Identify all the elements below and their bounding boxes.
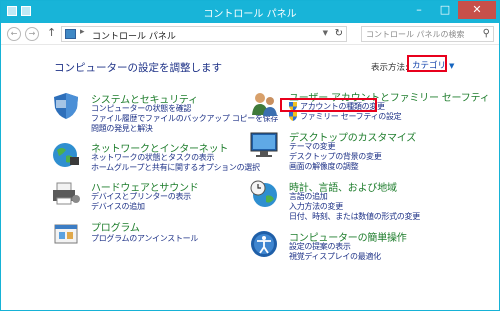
back-arrow-icon[interactable]: ← (7, 27, 21, 41)
view-by-dropdown[interactable]: カテゴリ ▼ (407, 55, 454, 72)
minimize-button[interactable]: – (406, 1, 432, 19)
category-link[interactable]: 画面の解像度の調整 (289, 161, 359, 172)
view-by-label: 表示方法: (371, 63, 408, 73)
category-link[interactable]: 日付、時刻、または数値の形式の変更 (289, 211, 420, 222)
family-safety-link[interactable]: ファミリー セーフティの設定 (289, 111, 402, 122)
programs-icon (54, 224, 78, 244)
category-hardware-sound: ハードウェアとサウンド デバイスとプリンターの表示 デバイスの追加 (51, 179, 251, 215)
category-programs: プログラム プログラムのアンインストール (51, 219, 251, 245)
title-bar: コントロール パネル – □ ✕ (1, 1, 499, 23)
ease-of-access-icon (251, 231, 277, 257)
page-title: コンピューターの設定を調整します (54, 62, 222, 74)
highlight-box (280, 98, 377, 112)
category-link[interactable]: プログラムのアンインストール (91, 233, 198, 244)
clock-globe-icon (250, 180, 277, 207)
category-system-security: システムとセキュリティ コンピューターの状態を確認 ファイル履歴でファイルのバッ… (51, 91, 278, 137)
search-placeholder: コントロール パネルの検索 (366, 30, 465, 39)
maximize-button[interactable]: □ (432, 1, 458, 19)
uac-shield-icon (289, 112, 297, 121)
category-link[interactable]: 問題の発見と解決 (91, 123, 153, 134)
up-arrow-icon[interactable]: ↑ (47, 26, 56, 39)
view-by-value: カテゴリ (412, 61, 447, 71)
category-desktop-customization: デスクトップのカスタマイズ テーマの変更 デスクトップの背景の変更 画面の解像度… (249, 129, 499, 175)
navigation-bar: ← → ↑ ▸ コントロール パネル ▼ ↻ コントロール パネルの検索 ⚲ (1, 23, 499, 45)
forward-arrow-icon[interactable]: → (25, 27, 39, 41)
printer-icon (53, 182, 80, 205)
category-network-internet: ネットワークとインターネット ネットワークの状態とタスクの表示 ホームグループと… (51, 140, 260, 176)
network-globe-icon (53, 143, 79, 167)
control-panel-window: コントロール パネル – □ ✕ ← → ↑ ▸ コントロール パネル ▼ ↻ … (0, 0, 500, 311)
category-link[interactable]: 視覚ディスプレイの最適化 (289, 251, 381, 262)
control-panel-icon (65, 29, 76, 39)
category-link[interactable]: ホームグループと共有に関するオプションの選択 (91, 162, 260, 173)
link-text: ファミリー セーフティの設定 (300, 112, 402, 121)
category-link[interactable]: デバイスの追加 (91, 201, 145, 212)
category-ease-of-access: コンピューターの簡単操作 設定の提案の表示 視覚ディスプレイの最適化 (249, 229, 499, 265)
chevron-down-icon[interactable]: ▼ (323, 29, 328, 37)
category-title[interactable]: プログラム (91, 219, 140, 234)
user-accounts-icon (252, 93, 277, 116)
close-button[interactable]: ✕ (458, 1, 496, 19)
search-icon[interactable]: ⚲ (483, 28, 490, 39)
address-bar[interactable]: ▸ コントロール パネル ▼ ↻ (61, 26, 347, 42)
category-clock-language-region: 時計、言語、および地域 言語の追加 入力方法の変更 日付、時刻、または数値の形式… (249, 179, 499, 225)
breadcrumb[interactable]: コントロール パネル (92, 29, 176, 42)
refresh-icon[interactable]: ↻ (335, 28, 343, 39)
chevron-down-icon: ▼ (449, 62, 455, 70)
search-input[interactable]: コントロール パネルの検索 ⚲ (361, 26, 494, 42)
system-security-icon (54, 93, 78, 119)
breadcrumb-separator-icon[interactable]: ▸ (80, 27, 85, 37)
desktop-icon (250, 132, 278, 157)
